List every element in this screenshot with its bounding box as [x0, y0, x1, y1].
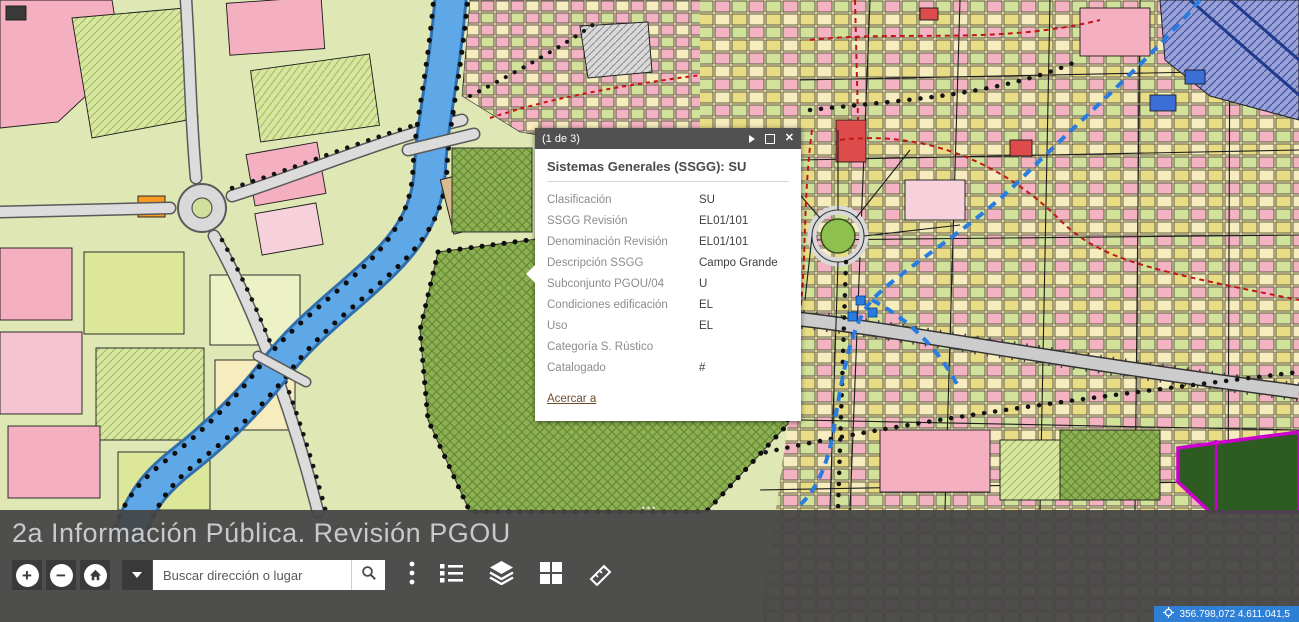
footer-bar: 2a Información Pública. Revisión PGOU + … [0, 510, 1299, 622]
overflow-menu-button[interactable] [409, 561, 415, 590]
search-input[interactable] [153, 560, 351, 590]
field-label: Uso [547, 319, 699, 334]
coordinates-display: 356.798,072 4.611.041,5 [1154, 606, 1299, 622]
field-label: SSGG Revisión [547, 214, 699, 229]
field-label: Clasificación [547, 193, 699, 208]
chevron-down-icon [132, 572, 142, 578]
field-row: Denominación Revisión EL01/101 [547, 232, 789, 253]
field-row: Subconjunto PGOU/04 U [547, 274, 789, 295]
field-label: Denominación Revisión [547, 235, 699, 250]
measure-button[interactable] [587, 560, 614, 591]
zoom-in-button[interactable]: + [12, 560, 42, 590]
popup-body: Sistemas Generales (SSGG): SU Clasificac… [535, 149, 801, 421]
field-label: Descripción SSGG [547, 256, 699, 271]
field-label: Subconjunto PGOU/04 [547, 277, 699, 292]
popup-pointer [526, 264, 536, 284]
layers-icon [488, 560, 515, 590]
page-title: 2a Información Pública. Revisión PGOU [0, 510, 1299, 549]
coordinates-text: 356.798,072 4.611.041,5 [1180, 609, 1290, 620]
legend-button[interactable] [439, 562, 464, 589]
field-value: U [699, 277, 707, 292]
crosshair-icon [1163, 607, 1174, 621]
toolbar: + − [12, 559, 614, 591]
field-value: # [699, 361, 705, 376]
field-value: SU [699, 193, 715, 208]
vertical-dots-icon [409, 561, 415, 590]
field-value: EL01/101 [699, 214, 748, 229]
field-value: EL [699, 298, 713, 313]
zoom-out-button[interactable]: − [46, 560, 76, 590]
home-icon [84, 564, 107, 587]
zoom-to-link[interactable]: Acercar a [547, 393, 596, 405]
field-value: EL01/101 [699, 235, 748, 250]
field-row: SSGG Revisión EL01/101 [547, 211, 789, 232]
attribution-toggle[interactable]: ••• [642, 503, 657, 513]
maximize-icon[interactable] [765, 134, 775, 144]
close-icon[interactable]: ✕ [785, 133, 794, 144]
search-box [153, 560, 385, 590]
field-row: Clasificación SU [547, 190, 789, 211]
field-row: Uso EL [547, 316, 789, 337]
popup-title: Sistemas Generales (SSGG): SU [547, 159, 789, 182]
field-row: Condiciones edificación EL [547, 295, 789, 316]
home-button[interactable] [80, 560, 110, 590]
field-label: Categoría S. Rústico [547, 340, 699, 355]
popup-pagination: (1 de 3) [542, 133, 580, 145]
legend-icon [439, 562, 464, 589]
field-row: Categoría S. Rústico [547, 337, 789, 358]
search-source-dropdown[interactable] [122, 560, 152, 590]
field-label: Catalogado [547, 361, 699, 376]
map-application: (1 de 3) ✕ Sistemas Generales (SSGG): SU… [0, 0, 1299, 622]
grid-icon [539, 561, 563, 590]
field-row: Descripción SSGG Campo Grande [547, 253, 789, 274]
popup-header[interactable]: (1 de 3) ✕ [535, 128, 801, 149]
field-value: EL [699, 319, 713, 334]
plus-icon: + [16, 564, 39, 587]
feature-popup: (1 de 3) ✕ Sistemas Generales (SSGG): SU… [535, 128, 801, 421]
search-icon [361, 565, 377, 586]
measure-ruler-icon [587, 560, 614, 591]
next-feature-icon[interactable] [749, 135, 755, 143]
field-label: Condiciones edificación [547, 298, 699, 313]
basemap-gallery-button[interactable] [539, 561, 563, 590]
minus-icon: − [50, 564, 73, 587]
search-button[interactable] [351, 560, 385, 590]
field-row: Catalogado # [547, 358, 789, 379]
layers-button[interactable] [488, 560, 515, 590]
field-value: Campo Grande [699, 256, 778, 271]
popup-fields: Clasificación SU SSGG Revisión EL01/101 … [547, 190, 789, 379]
